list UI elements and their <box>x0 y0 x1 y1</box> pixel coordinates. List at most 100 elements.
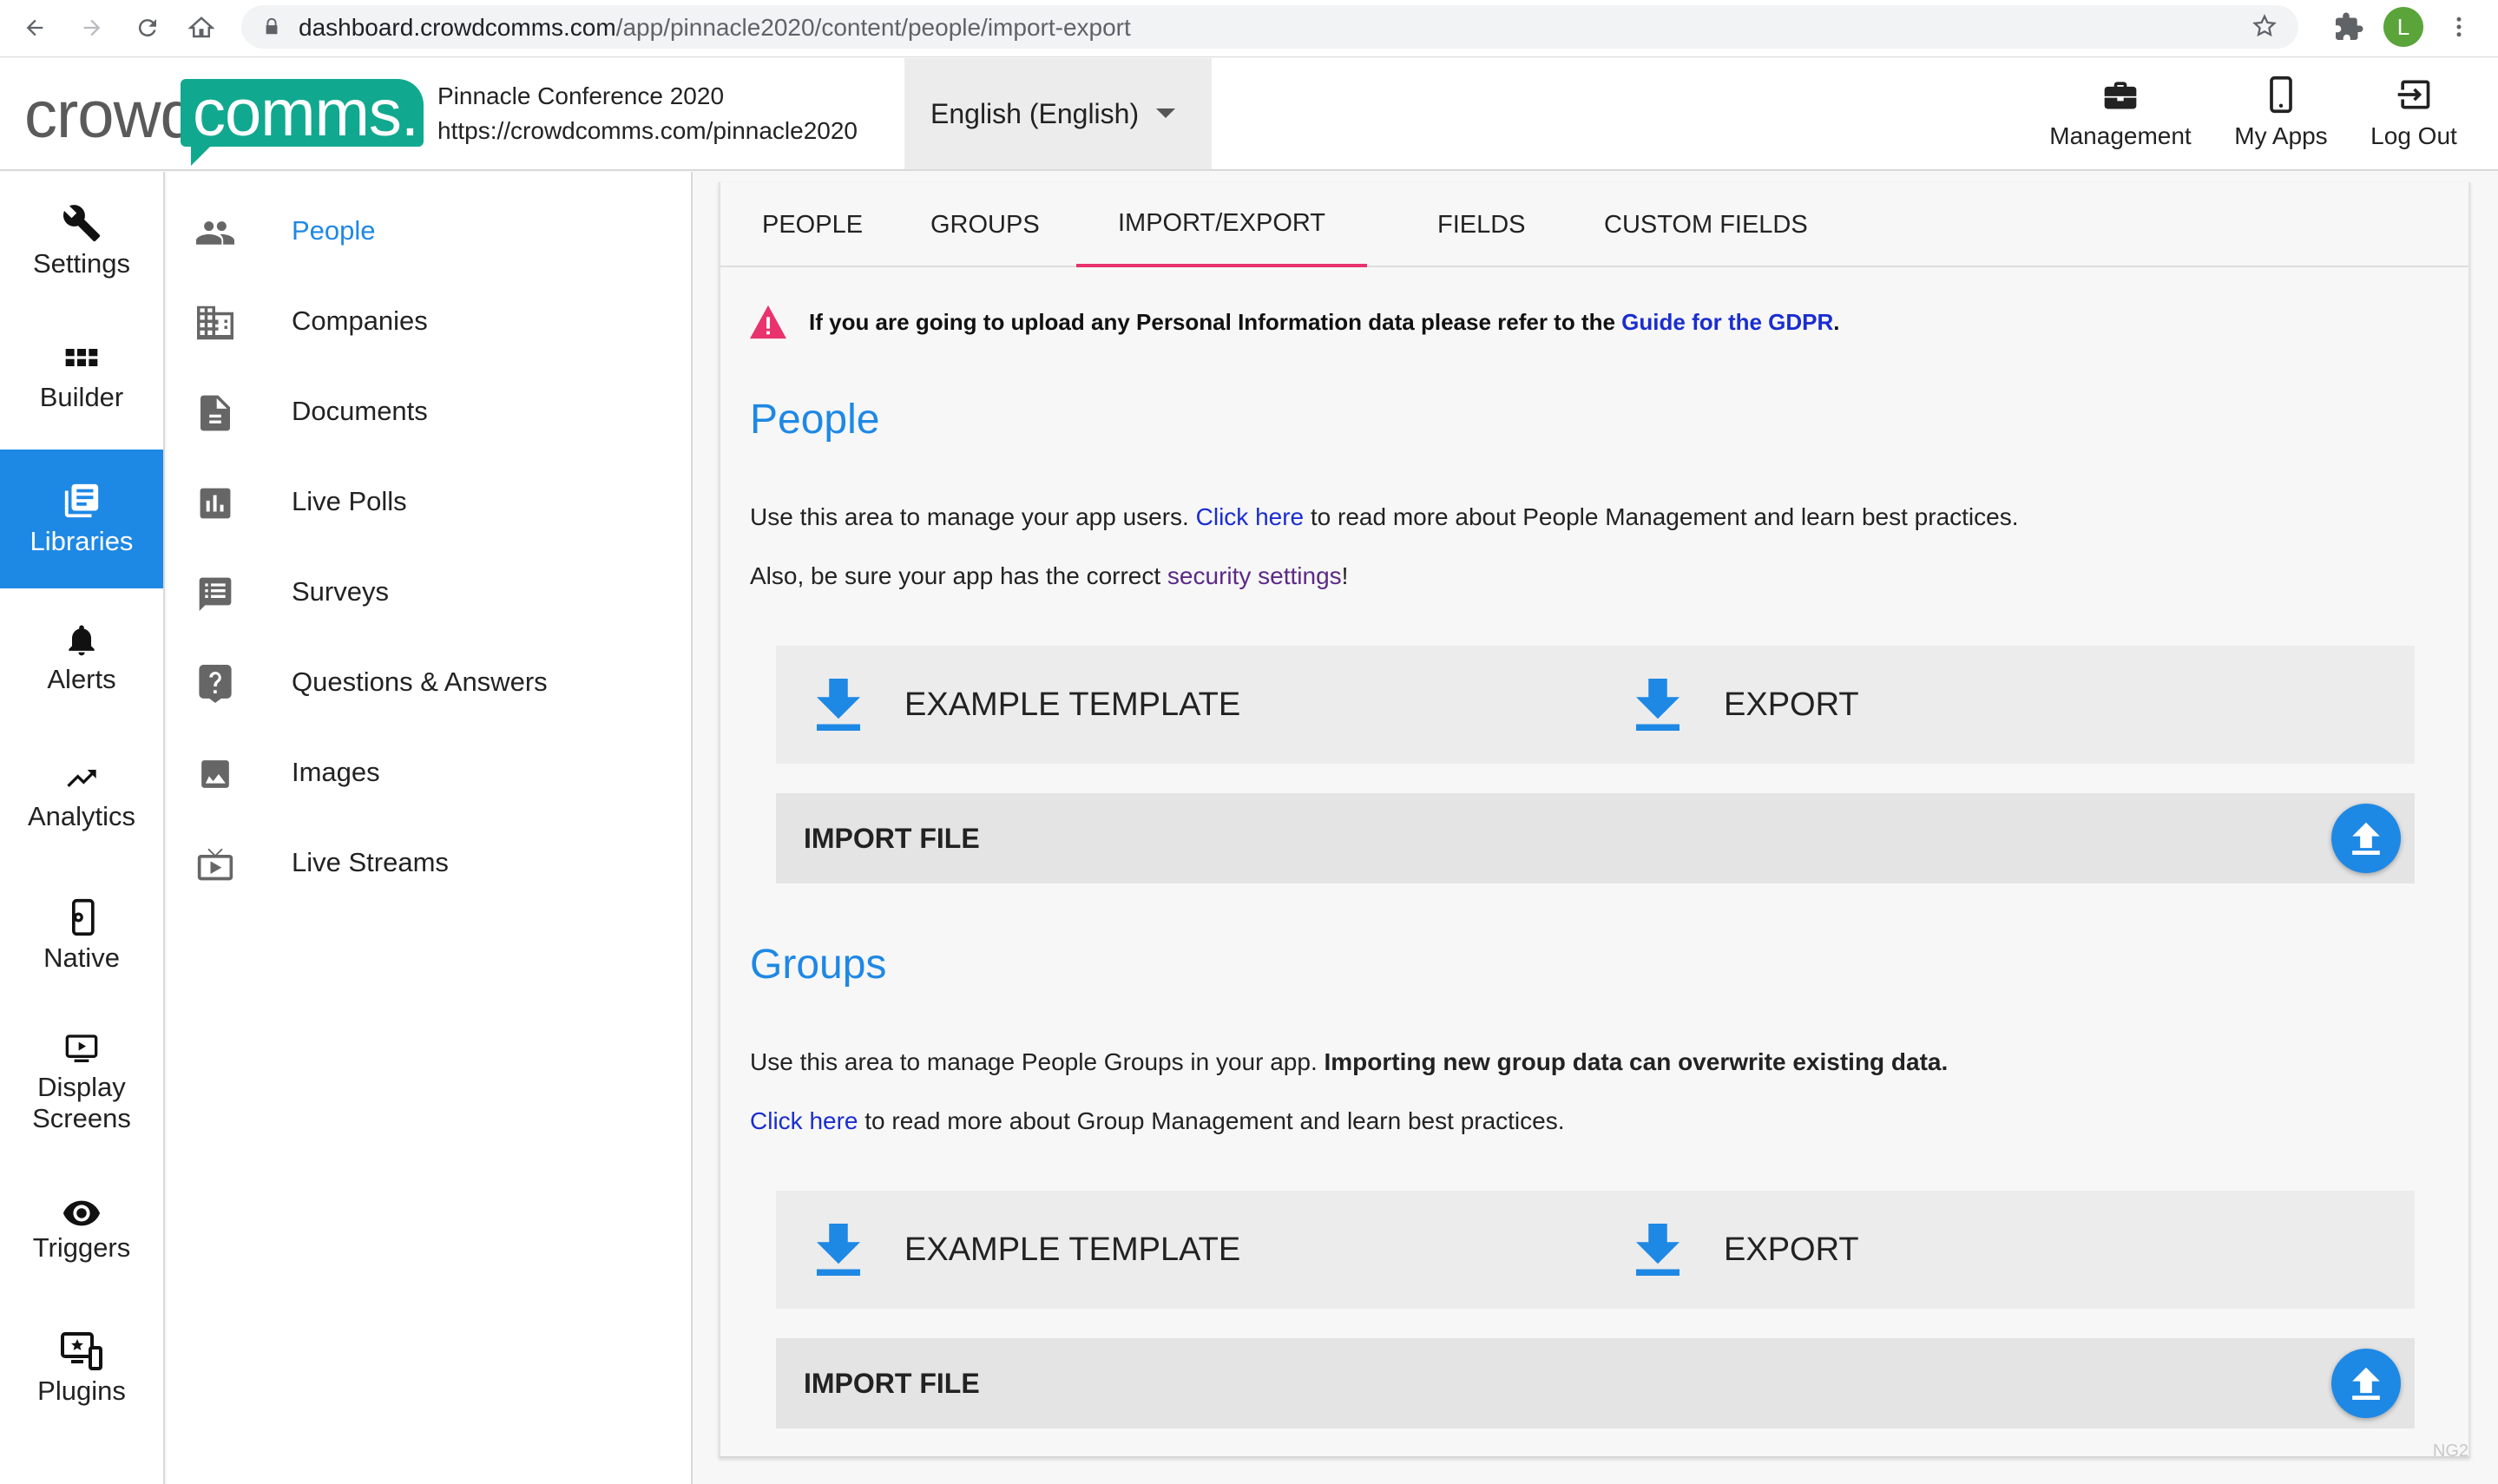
rail-item-analytics[interactable]: Analytics <box>0 727 163 866</box>
phone-icon <box>2270 76 2292 114</box>
caret-down-icon <box>1156 108 1175 118</box>
rail-item-libraries[interactable]: Libraries <box>0 450 163 588</box>
address-bar[interactable]: dashboard.crowdcomms.com/app/pinnacle202… <box>241 5 2298 49</box>
people-export-button[interactable]: EXPORT <box>1635 646 1859 764</box>
logo-bubble: comms. <box>181 76 424 166</box>
trending-up-icon <box>67 770 96 787</box>
question-icon <box>196 665 234 703</box>
rail-item-alerts[interactable]: Alerts <box>0 588 163 727</box>
briefcase-icon <box>2104 82 2137 109</box>
url-text: dashboard.crowdcomms.com/app/pinnacle202… <box>299 14 1131 41</box>
people-security-note: Also, be sure your app has the correct s… <box>750 562 1349 589</box>
rail-item-builder[interactable]: Builder <box>0 311 163 450</box>
logo-comms-text: comms. <box>193 76 419 150</box>
event-name: Pinnacle Conference 2020 <box>437 82 725 109</box>
log-out-button[interactable]: Log Out <box>2357 76 2470 159</box>
people-description: Use this area to manage your app users. … <box>750 503 2019 530</box>
poll-icon <box>196 484 234 522</box>
submenu-item-surveys[interactable]: Surveys <box>167 555 691 625</box>
groups-upload-button[interactable] <box>2331 1349 2401 1418</box>
groups-import-label: IMPORT FILE <box>804 1368 980 1399</box>
building-icon <box>196 304 234 342</box>
tab-fields[interactable]: FIELDS <box>1396 182 1568 267</box>
arrow-left-icon <box>26 19 43 36</box>
warning-icon <box>750 305 786 339</box>
crowdcomms-logo[interactable]: crowd comms. <box>24 70 424 166</box>
forward-button[interactable] <box>75 10 109 45</box>
people-import-file-row[interactable]: IMPORT FILE <box>776 793 2415 883</box>
groups-download-row: EXAMPLE TEMPLATE EXPORT <box>776 1191 2415 1309</box>
tab-groups[interactable]: GROUPS <box>889 182 1081 267</box>
rail-item-native[interactable]: Native <box>0 866 163 1005</box>
submenu-item-live-polls[interactable]: Live Polls <box>167 465 691 535</box>
content-card: PEOPLE GROUPS IMPORT/EXPORT FIELDS CUSTO… <box>719 182 2470 1458</box>
submenu-item-questions-answers[interactable]: Questions & Answers <box>167 646 691 715</box>
home-button[interactable] <box>184 10 219 45</box>
profile-avatar[interactable]: L <box>2383 7 2423 47</box>
back-button[interactable] <box>17 10 52 45</box>
submenu-item-live-streams[interactable]: Live Streams <box>167 826 691 896</box>
tab-custom-fields[interactable]: CUSTOM FIELDS <box>1562 182 1850 267</box>
groups-export-button[interactable]: EXPORT <box>1635 1191 1859 1309</box>
grid-icon <box>65 349 98 366</box>
more-vert-icon[interactable] <box>2446 7 2472 47</box>
upload-icon <box>2352 1367 2380 1400</box>
app-header: crowd comms. Pinnacle Conference 2020 ht… <box>0 58 2498 171</box>
submenu-item-companies[interactable]: Companies <box>167 285 691 354</box>
language-select[interactable]: English (English) <box>904 58 1212 169</box>
display-icon <box>65 1034 98 1062</box>
tab-people[interactable]: PEOPLE <box>720 182 904 267</box>
people-example-template-button[interactable]: EXAMPLE TEMPLATE <box>816 646 1240 764</box>
bell-icon <box>69 625 95 656</box>
reload-button[interactable] <box>130 10 165 45</box>
download-icon <box>1636 1224 1680 1276</box>
groups-import-file-row[interactable]: IMPORT FILE <box>776 1338 2415 1428</box>
people-import-label: IMPORT FILE <box>804 823 980 854</box>
people-icon <box>196 213 234 252</box>
download-icon <box>817 679 860 731</box>
main-nav-rail: Settings Builder Libraries Alerts Analyt… <box>0 172 165 1484</box>
tab-bar: PEOPLE GROUPS IMPORT/EXPORT FIELDS CUSTO… <box>720 182 2468 267</box>
logout-icon <box>2397 80 2430 109</box>
groups-example-template-button[interactable]: EXAMPLE TEMPLATE <box>816 1191 1240 1309</box>
groups-section-title: Groups <box>750 942 887 988</box>
submenu-item-people[interactable]: People <box>167 194 691 264</box>
download-icon <box>817 1224 860 1276</box>
live-tv-icon <box>196 845 234 883</box>
upload-icon <box>2352 822 2380 855</box>
gdpr-guide-link[interactable]: Guide for the GDPR <box>1621 309 1833 336</box>
groups-description: Use this area to manage People Groups in… <box>750 1048 1949 1075</box>
people-click-here-link[interactable]: Click here <box>1196 503 1304 530</box>
rail-item-triggers[interactable]: Triggers <box>0 1161 163 1300</box>
event-url: https://crowdcomms.com/pinnacle2020 <box>437 117 858 144</box>
build-tag: NG2 <box>2432 1441 2468 1461</box>
submenu-item-images[interactable]: Images <box>167 736 691 805</box>
rail-item-settings[interactable]: Settings <box>0 172 163 311</box>
groups-click-here-link[interactable]: Click here <box>750 1107 858 1134</box>
tab-import-export[interactable]: IMPORT/EXPORT <box>1076 182 1368 267</box>
extensions-icon[interactable] <box>2333 7 2364 47</box>
mobile-settings-icon <box>72 898 95 936</box>
browser-toolbar: dashboard.crowdcomms.com/app/pinnacle202… <box>0 0 2498 57</box>
security-settings-link[interactable]: security settings <box>1167 562 1342 589</box>
groups-learn-more: Click here to read more about Group Mana… <box>750 1107 1565 1134</box>
rail-item-display-screens[interactable]: Display Screens <box>0 1005 163 1161</box>
image-icon <box>196 755 234 793</box>
logo-crowd-text: crowd <box>24 78 197 152</box>
home-icon <box>188 16 214 38</box>
my-apps-button[interactable]: My Apps <box>2220 76 2342 159</box>
arrow-right-icon <box>83 19 101 36</box>
lock-icon <box>266 17 278 35</box>
people-section-title: People <box>750 397 880 443</box>
management-button[interactable]: Management <box>2047 76 2194 159</box>
people-upload-button[interactable] <box>2331 804 2401 873</box>
rail-item-plugins[interactable]: Plugins <box>0 1300 163 1439</box>
star-icon[interactable] <box>2251 13 2278 39</box>
language-value: English (English) <box>930 98 1140 129</box>
plugin-icon <box>61 1332 102 1370</box>
download-icon <box>1636 679 1680 731</box>
gdpr-notice: If you are going to upload any Personal … <box>748 300 1840 344</box>
submenu-item-documents[interactable]: Documents <box>167 375 691 444</box>
libraries-submenu: People Companies Documents Live Polls Su… <box>167 172 693 1484</box>
library-icon <box>64 483 99 518</box>
